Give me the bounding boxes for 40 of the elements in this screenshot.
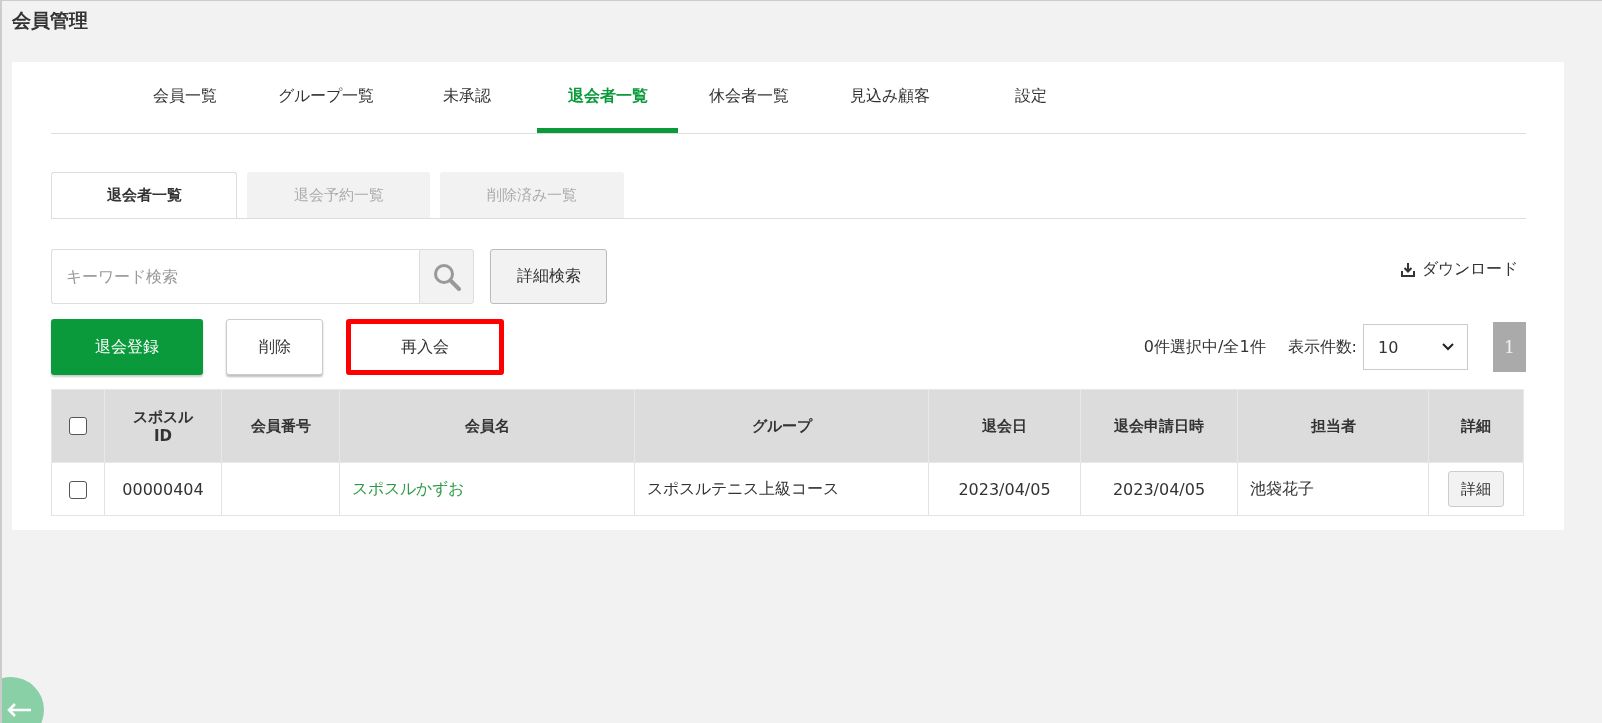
column-header: 退会日 <box>982 416 1027 435</box>
search-icon <box>431 261 462 292</box>
nav-tab[interactable]: 未承認 <box>396 62 537 133</box>
select-all-checkbox[interactable] <box>69 417 87 436</box>
per-page-select[interactable]: 10 <box>1363 324 1468 370</box>
table-cell: スポスルテニス上級コース <box>647 478 839 498</box>
member-name-link[interactable]: スポスルかずお <box>352 478 464 498</box>
search-button[interactable] <box>419 249 474 304</box>
table-cell: 池袋花子 <box>1250 478 1314 498</box>
column-header: 退会申請日時 <box>1114 416 1204 435</box>
column-header: グループ <box>751 416 812 435</box>
column-header: 会員名 <box>464 416 510 435</box>
nav-tab[interactable]: 設定 <box>960 62 1101 133</box>
table-cell: 2023/04/05 <box>1112 479 1206 499</box>
selection-count: 0件選択中/全1件 <box>1143 336 1266 358</box>
table-cell: 2023/04/05 <box>958 479 1051 499</box>
arrow-left-icon <box>6 703 32 717</box>
search-field[interactable]: キーワード検索 <box>51 249 419 304</box>
column-header: 担当者 <box>1310 416 1356 435</box>
sub-tab[interactable]: 退会者一覧 <box>51 172 237 218</box>
download-icon <box>1400 261 1416 278</box>
nav-tab[interactable]: グループ一覧 <box>255 62 396 133</box>
nav-tab[interactable]: 会員一覧 <box>114 62 255 133</box>
row-checkbox[interactable] <box>69 480 87 499</box>
column-header: 会員番号 <box>250 416 311 435</box>
nav-tab[interactable]: 休会者一覧 <box>678 62 819 133</box>
action-button[interactable]: 再入会 <box>346 319 504 375</box>
chevron-down-icon <box>1441 342 1455 352</box>
column-header: スポスル ID <box>133 407 193 445</box>
page-title: 会員管理 <box>12 8 88 33</box>
download-link[interactable]: ダウンロード <box>1400 259 1518 280</box>
per-page-label: 表示件数: <box>1287 336 1357 358</box>
nav-tab[interactable]: 見込み顧客 <box>819 62 960 133</box>
advanced-search-button[interactable]: 詳細検索 <box>490 249 607 304</box>
table-cell: 00000404 <box>122 479 204 499</box>
column-header: 詳細 <box>1461 416 1491 435</box>
nav-tab[interactable]: 退会者一覧 <box>537 62 678 133</box>
action-button[interactable]: 削除 <box>226 319 323 375</box>
action-button[interactable]: 退会登録 <box>51 319 203 375</box>
detail-button[interactable]: 詳細 <box>1448 471 1504 507</box>
